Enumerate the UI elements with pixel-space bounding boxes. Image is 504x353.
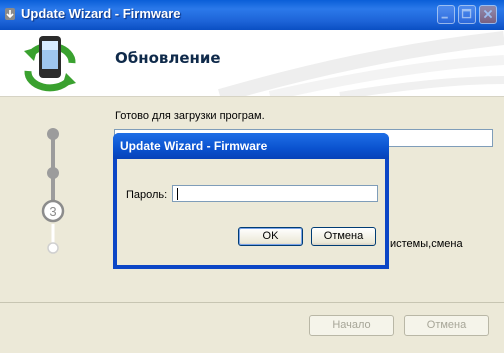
- text-caret: [177, 188, 178, 200]
- start-button[interactable]: Начало: [309, 315, 394, 336]
- dialog-title: Update Wizard - Firmware: [120, 139, 268, 153]
- wizard-window: Update Wizard - Firmware Обновление Гото…: [0, 0, 504, 353]
- password-dialog: Update Wizard - Firmware Пароль: OK Отме…: [113, 133, 389, 269]
- partial-text: истемы,смена: [390, 238, 463, 250]
- step-3-number: 3: [49, 204, 56, 219]
- ready-label: Готово для загрузки програм.: [115, 110, 265, 122]
- maximize-button[interactable]: [458, 5, 476, 24]
- title-bar[interactable]: Update Wizard - Firmware: [0, 0, 504, 30]
- dialog-cancel-button[interactable]: Отмена: [311, 227, 376, 246]
- minimize-button[interactable]: [437, 5, 455, 24]
- phone-sync-icon: [24, 36, 76, 92]
- step-1-dot: [47, 128, 59, 140]
- close-icon: [483, 9, 493, 19]
- step-2-dot: [47, 167, 59, 179]
- password-label: Пароль:: [126, 189, 168, 201]
- step-indicator: 3: [41, 128, 65, 254]
- footer-divider: [0, 302, 504, 303]
- close-button[interactable]: [479, 5, 497, 24]
- page-title: Обновление: [115, 49, 221, 67]
- dialog-title-bar[interactable]: Update Wizard - Firmware: [113, 133, 389, 159]
- window-title: Update Wizard - Firmware: [21, 6, 181, 21]
- ok-button[interactable]: OK: [238, 227, 303, 246]
- app-icon: [5, 8, 15, 20]
- step-4-dot: [47, 242, 59, 254]
- minimize-icon: [441, 16, 448, 19]
- maximize-icon: [461, 8, 472, 19]
- header-band: Обновление: [0, 30, 504, 97]
- password-input[interactable]: [172, 185, 378, 202]
- cancel-button[interactable]: Отмена: [404, 315, 489, 336]
- header-decoration: [218, 31, 504, 96]
- dialog-body: Пароль: OK Отмена: [117, 159, 385, 265]
